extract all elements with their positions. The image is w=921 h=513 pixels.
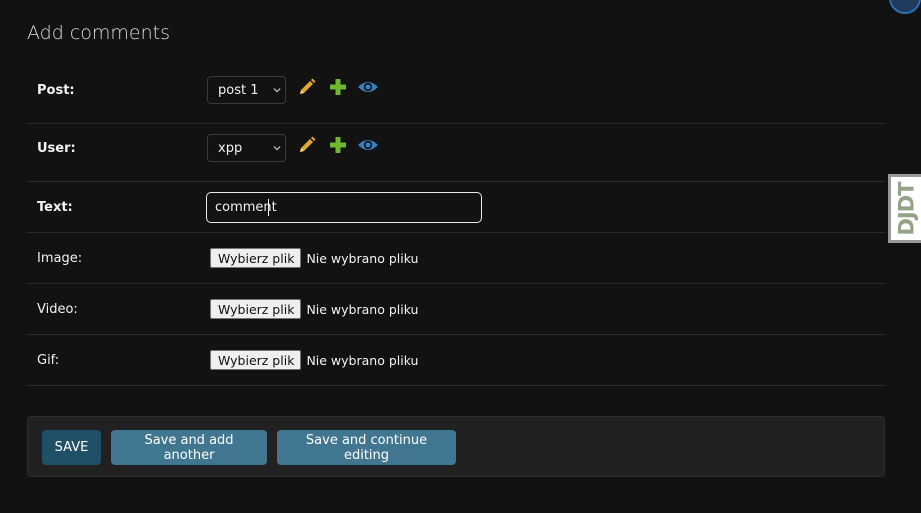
gif-choose-file-button[interactable]: Wybierz plik: [210, 350, 302, 370]
image-file-input[interactable]: Wybierz plik Nie wybrano pliku: [210, 248, 418, 268]
form-row-text: Text:: [27, 182, 885, 233]
gif-file-status: Nie wybrano pliku: [306, 352, 419, 368]
text-input[interactable]: [206, 192, 482, 223]
chevron-down-icon: [273, 145, 281, 151]
debug-toolbar-label: DJDT: [894, 181, 919, 236]
text-label: Text:: [37, 200, 73, 215]
debug-toolbar-handle[interactable]: DJDT: [888, 174, 921, 243]
save-and-add-another-button[interactable]: Save and add another: [111, 430, 267, 465]
user-select-value: xpp: [218, 141, 243, 156]
post-select[interactable]: post 1: [207, 76, 286, 104]
pencil-icon[interactable]: [296, 76, 318, 98]
chevron-down-icon: [273, 87, 281, 93]
corner-avatar-badge[interactable]: [889, 0, 921, 14]
pencil-icon[interactable]: [296, 134, 318, 156]
form-row-gif: Gif: Wybierz plik Nie wybrano pliku: [27, 335, 885, 386]
video-choose-file-button[interactable]: Wybierz plik: [210, 299, 302, 319]
user-select[interactable]: xpp: [207, 134, 286, 162]
video-label: Video:: [37, 302, 78, 317]
page-title: Add comments: [27, 22, 170, 44]
submit-row: SAVE Save and add another Save and conti…: [27, 416, 885, 477]
save-and-continue-editing-button[interactable]: Save and continue editing: [277, 430, 456, 465]
post-label: Post:: [37, 83, 75, 98]
image-choose-file-button[interactable]: Wybierz plik: [210, 248, 302, 268]
gif-file-input[interactable]: Wybierz plik Nie wybrano pliku: [210, 350, 418, 370]
gif-label: Gif:: [37, 353, 60, 368]
text-cursor: [268, 199, 269, 216]
save-button[interactable]: SAVE: [42, 430, 101, 465]
post-select-value: post 1: [218, 83, 259, 98]
plus-icon[interactable]: [327, 76, 349, 98]
image-file-status: Nie wybrano pliku: [306, 250, 419, 266]
eye-icon[interactable]: [357, 76, 379, 98]
eye-icon[interactable]: [357, 134, 379, 156]
video-file-status: Nie wybrano pliku: [306, 301, 419, 317]
form-row-image: Image: Wybierz plik Nie wybrano pliku: [27, 233, 885, 284]
form-row-user: User: xpp: [27, 124, 885, 182]
video-file-input[interactable]: Wybierz plik Nie wybrano pliku: [210, 299, 418, 319]
plus-icon[interactable]: [327, 134, 349, 156]
user-label: User:: [37, 141, 76, 156]
form-row-video: Video: Wybierz plik Nie wybrano pliku: [27, 284, 885, 335]
form-row-post: Post: post 1: [27, 62, 885, 124]
image-label: Image:: [37, 251, 83, 266]
